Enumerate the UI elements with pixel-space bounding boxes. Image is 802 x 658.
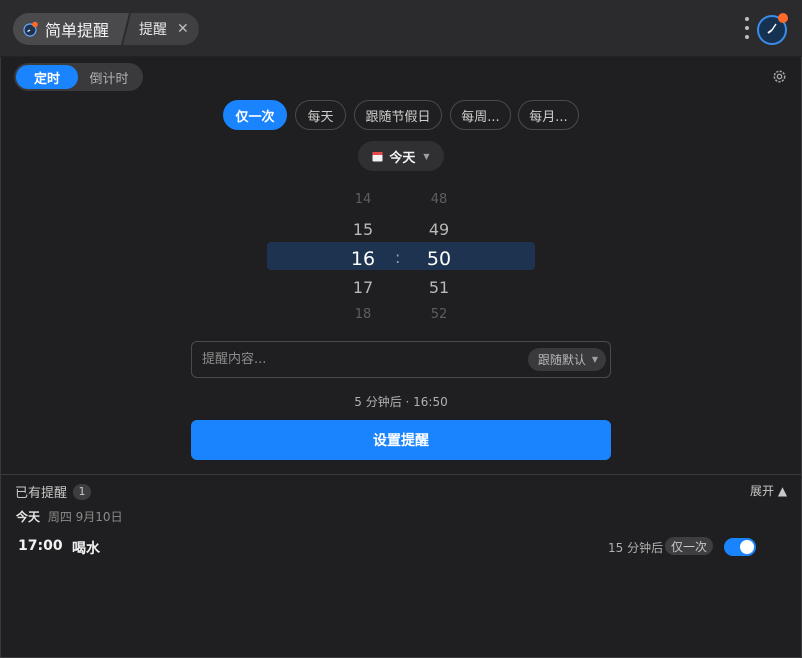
minute-option[interactable]: 48 [409,192,469,207]
hour-option[interactable]: 14 [333,192,393,207]
time-picker-highlight [267,242,535,270]
hour-selected[interactable]: 16 [333,248,393,270]
tab-close-icon[interactable]: ✕ [177,21,189,37]
reminder-tab-label: 提醒 [139,22,168,38]
mode-countdown-button[interactable]: 倒计时 [78,65,140,89]
reminder-item-title: 喝水 [72,541,100,557]
mode-timed-button[interactable]: 定时 [16,65,78,89]
reminder-item-toggle[interactable] [724,538,756,556]
section-divider [0,474,802,475]
repeat-holiday-chip[interactable]: 跟随节假日 [354,100,442,130]
chevron-down-icon: ▼ [591,355,598,364]
hour-option[interactable]: 15 [333,220,393,239]
reminder-item-repeat-badge: 仅一次 [665,537,714,555]
more-vertical-icon[interactable] [744,17,750,39]
expand-toggle[interactable]: 展开 ▲ [750,482,787,499]
time-separator: : [395,248,401,267]
day-header: 今天 周四 9月10日 [16,508,123,525]
existing-reminders-header: 已有提醒 1 [15,482,92,501]
reminder-item-remaining: 15 分钟后 [608,541,664,555]
app-logo-icon [23,21,39,37]
minute-option[interactable]: 52 [409,307,469,322]
minute-option[interactable]: 51 [409,278,469,297]
title-bar: 简单提醒 提醒 ✕ [0,0,802,57]
hour-option[interactable]: 17 [333,278,393,297]
calendar-icon [372,151,383,162]
toggle-knob [740,540,754,554]
settings-gear-icon[interactable] [771,68,788,85]
chevron-down-icon: ▼ [423,151,430,161]
reminder-count-badge: 1 [73,483,92,500]
time-hint: 5 分钟后 · 16:50 [354,395,448,409]
reminder-content-input[interactable] [202,342,522,377]
reminder-item-time: 17:00 [18,538,63,554]
existing-reminders-title: 已有提醒 [15,486,68,501]
reminder-tab[interactable]: 提醒 ✕ [123,13,199,45]
repeat-monthly-chip[interactable]: 每月... [518,100,579,130]
app-name: 简单提醒 [45,21,110,40]
reminder-item[interactable]: 17:00 喝水 15 分钟后 仅一次 [0,532,802,562]
minute-selected[interactable]: 50 [409,248,469,270]
clock-avatar-icon[interactable] [756,12,790,46]
day-label: 今天 [16,510,41,524]
mode-toggle: 定时 倒计时 [14,63,143,91]
reminder-input-box: 跟随默认 ▼ [191,341,611,378]
app-tab-pill: 简单提醒 提醒 ✕ [13,13,199,45]
repeat-weekly-chip[interactable]: 每周... [450,100,511,130]
minute-option[interactable]: 49 [409,220,469,239]
app-name-tab[interactable]: 简单提醒 [13,13,130,45]
date-label: 今天 [389,150,416,166]
set-reminder-button[interactable]: 设置提醒 [191,420,611,460]
hour-option[interactable]: 18 [333,307,393,322]
day-date: 周四 9月10日 [47,510,123,524]
repeat-daily-chip[interactable]: 每天 [295,100,346,130]
repeat-once-chip[interactable]: 仅一次 [223,100,287,130]
ring-mode-select[interactable]: 跟随默认 ▼ [527,348,606,371]
ring-mode-label: 跟随默认 [537,353,586,367]
date-selector[interactable]: 今天 ▼ [358,141,444,171]
